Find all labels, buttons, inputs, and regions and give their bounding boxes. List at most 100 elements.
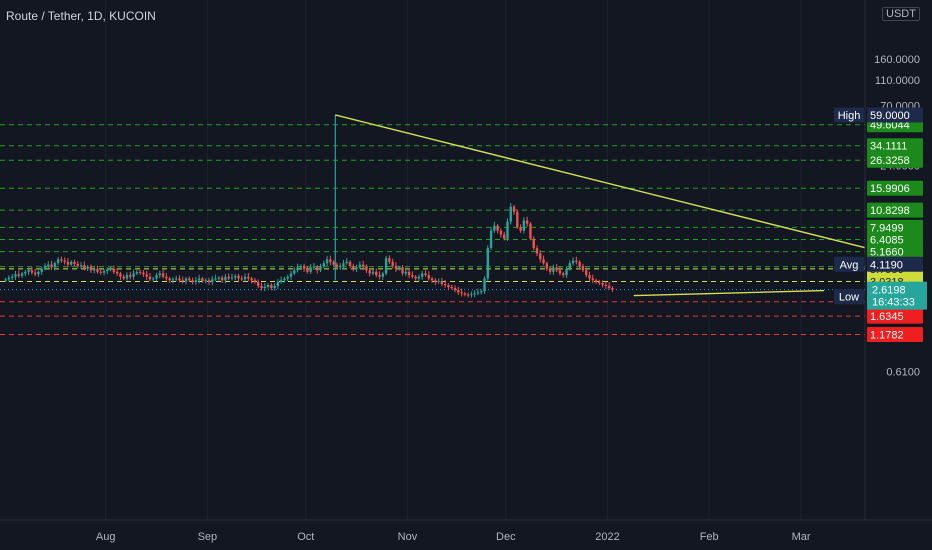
candle-down[interactable]: [424, 273, 427, 276]
candle-up[interactable]: [125, 275, 129, 279]
candle-up[interactable]: [480, 291, 483, 293]
candle-up[interactable]: [47, 264, 50, 266]
candle-up[interactable]: [175, 278, 178, 280]
candle-down[interactable]: [575, 260, 578, 262]
candle-up[interactable]: [483, 278, 486, 292]
candle-down[interactable]: [548, 268, 552, 272]
candle-down[interactable]: [562, 273, 565, 276]
candle-down[interactable]: [201, 278, 204, 282]
candle-down[interactable]: [89, 266, 93, 271]
candle-up[interactable]: [11, 276, 14, 278]
candle-up[interactable]: [568, 263, 571, 269]
candle-down[interactable]: [598, 282, 601, 284]
candle-up[interactable]: [296, 267, 299, 271]
candle-up[interactable]: [358, 264, 362, 268]
candle-down[interactable]: [332, 261, 335, 265]
candle-down[interactable]: [450, 286, 453, 288]
candle-up[interactable]: [476, 292, 480, 294]
candle-down[interactable]: [545, 263, 549, 269]
candle-up[interactable]: [273, 285, 276, 288]
candle-down[interactable]: [578, 261, 581, 266]
candle-down[interactable]: [611, 287, 614, 290]
candle-up[interactable]: [214, 278, 217, 280]
candle-up[interactable]: [155, 275, 158, 279]
candle-down[interactable]: [516, 211, 519, 228]
candle-down[interactable]: [443, 283, 447, 285]
candle-down[interactable]: [503, 234, 506, 239]
candle-up[interactable]: [309, 267, 312, 272]
candle-up[interactable]: [20, 273, 24, 276]
trendline[interactable]: [633, 289, 825, 297]
candle-up[interactable]: [93, 268, 96, 271]
candle-down[interactable]: [240, 278, 243, 280]
candle-up[interactable]: [506, 221, 509, 239]
candle-up[interactable]: [384, 258, 388, 274]
candle-down[interactable]: [122, 276, 125, 279]
candle-down[interactable]: [50, 264, 53, 268]
candle-down[interactable]: [440, 281, 444, 284]
candle-down[interactable]: [460, 292, 463, 294]
candle-down[interactable]: [368, 270, 371, 274]
candle-up[interactable]: [27, 270, 30, 272]
candle-down[interactable]: [96, 268, 99, 272]
candle-down[interactable]: [539, 253, 542, 260]
candle-down[interactable]: [453, 287, 457, 291]
candle-down[interactable]: [407, 271, 411, 276]
candle-down[interactable]: [463, 293, 467, 295]
candle-down[interactable]: [414, 276, 417, 279]
candle-down[interactable]: [457, 290, 460, 293]
candle-up[interactable]: [552, 267, 555, 272]
candle-up[interactable]: [381, 273, 385, 277]
candle-up[interactable]: [4, 279, 7, 281]
candle-down[interactable]: [181, 280, 184, 282]
candle-down[interactable]: [430, 278, 434, 281]
candle-down[interactable]: [375, 271, 378, 276]
candle-down[interactable]: [138, 271, 142, 273]
candle-up[interactable]: [398, 267, 401, 269]
candle-down[interactable]: [519, 227, 522, 231]
candle-down[interactable]: [237, 275, 240, 279]
candle-down[interactable]: [17, 274, 20, 276]
candle-up[interactable]: [345, 261, 348, 264]
candle-down[interactable]: [112, 268, 116, 272]
candles[interactable]: [4, 114, 614, 298]
candle-down[interactable]: [529, 223, 532, 239]
candle-up[interactable]: [417, 276, 421, 279]
candle-down[interactable]: [434, 280, 437, 283]
currency-button[interactable]: USDT: [882, 7, 920, 21]
candle-up[interactable]: [312, 266, 316, 268]
candle-down[interactable]: [335, 264, 339, 268]
candle-down[interactable]: [401, 267, 404, 274]
candle-up[interactable]: [279, 280, 283, 283]
candle-down[interactable]: [207, 280, 211, 283]
candle-down[interactable]: [270, 284, 273, 288]
candle-up[interactable]: [230, 277, 234, 279]
candle-down[interactable]: [447, 284, 450, 287]
candle-down[interactable]: [361, 264, 365, 266]
candle-up[interactable]: [37, 271, 40, 275]
candle-down[interactable]: [604, 284, 608, 286]
candle-up[interactable]: [79, 265, 83, 267]
candle-down[interactable]: [558, 270, 562, 274]
candle-up[interactable]: [109, 268, 112, 270]
candle-up[interactable]: [473, 293, 476, 295]
candle-down[interactable]: [466, 294, 470, 296]
candle-up[interactable]: [489, 230, 493, 249]
candle-up[interactable]: [171, 279, 175, 281]
candle-down[interactable]: [227, 276, 230, 279]
candle-up[interactable]: [486, 248, 489, 279]
candle-up[interactable]: [102, 271, 106, 273]
candle-down[interactable]: [496, 225, 499, 231]
candle-down[interactable]: [601, 283, 604, 285]
candle-up[interactable]: [24, 271, 27, 274]
candle-down[interactable]: [512, 206, 516, 212]
candle-down[interactable]: [365, 265, 368, 271]
candle-up[interactable]: [53, 263, 57, 268]
candle-up[interactable]: [565, 268, 568, 276]
price-chart[interactable]: 160.0000110.000070.000024.00000.6100 Aug…: [0, 0, 932, 550]
candle-down[interactable]: [352, 265, 355, 269]
candle-down[interactable]: [188, 278, 191, 281]
candle-down[interactable]: [535, 248, 539, 254]
candle-up[interactable]: [342, 263, 345, 266]
candle-up[interactable]: [371, 271, 375, 274]
